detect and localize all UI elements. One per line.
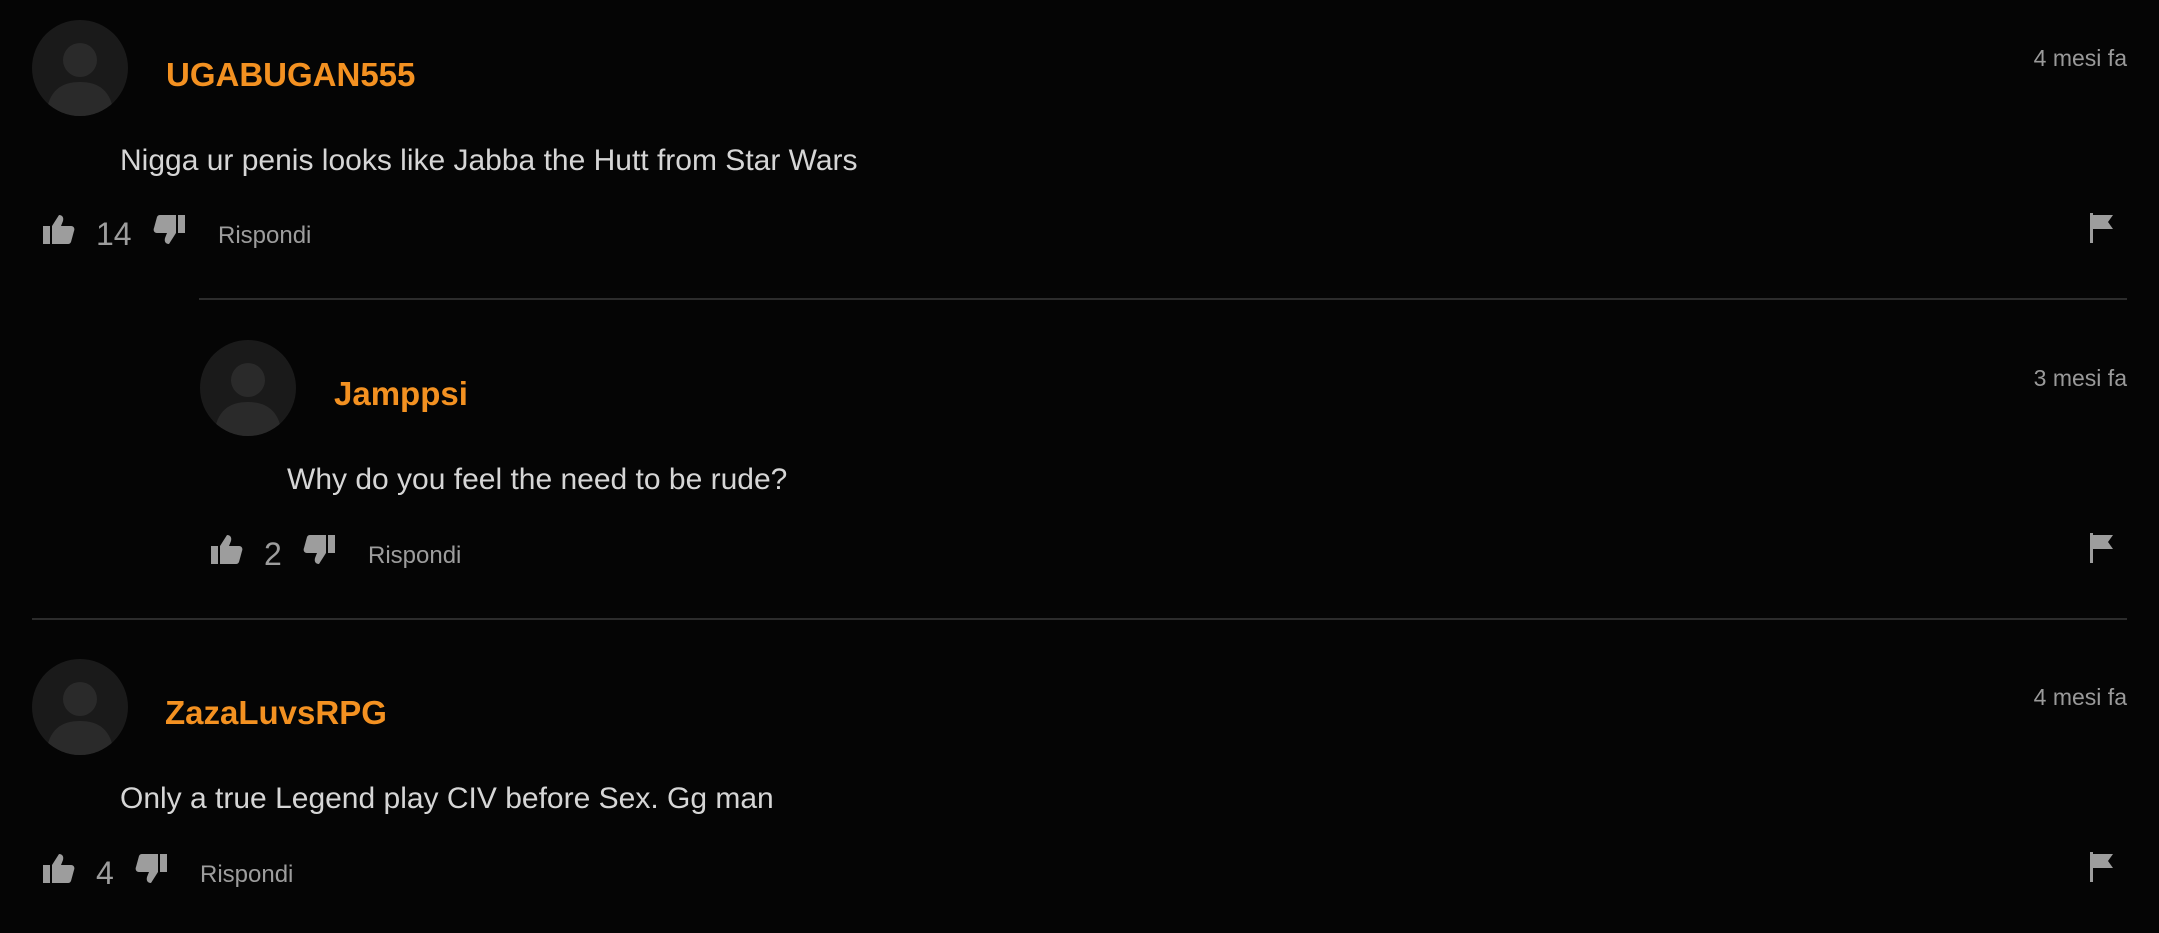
thumbs-down-icon[interactable]	[152, 214, 186, 246]
comment: UGABUGAN555 4 mesi fa Nigga ur penis loo…	[0, 0, 2159, 280]
thumbs-up-icon[interactable]	[42, 852, 76, 884]
avatar-placeholder-icon	[46, 682, 114, 755]
comment-divider	[32, 618, 2127, 620]
avatar-placeholder-icon	[214, 363, 282, 436]
comment-reply: Jamppsi 3 mesi fa Why do you feel the ne…	[0, 320, 2159, 600]
like-count: 4	[96, 855, 114, 891]
avatar[interactable]	[200, 340, 296, 436]
reply-divider	[199, 298, 2127, 300]
thumbs-up-icon[interactable]	[210, 533, 244, 565]
thumbs-down-icon[interactable]	[134, 853, 168, 885]
flag-icon[interactable]	[2088, 213, 2116, 248]
comment-timestamp: 3 mesi fa	[2033, 365, 2127, 391]
reply-button[interactable]: Rispondi	[200, 861, 293, 889]
thumbs-up-icon[interactable]	[42, 213, 76, 245]
flag-icon[interactable]	[2088, 533, 2116, 568]
comment-text: Only a true Legend play CIV before Sex. …	[120, 782, 774, 815]
username[interactable]: Jamppsi	[334, 375, 468, 413]
comment: ZazaLuvsRPG 4 mesi fa Only a true Legend…	[0, 639, 2159, 933]
thumbs-down-icon[interactable]	[302, 534, 336, 566]
comment-timestamp: 4 mesi fa	[2033, 45, 2127, 71]
avatar[interactable]	[32, 20, 128, 116]
flag-icon[interactable]	[2088, 852, 2116, 887]
comment-text: Why do you feel the need to be rude?	[287, 463, 788, 496]
username[interactable]: UGABUGAN555	[166, 56, 415, 94]
like-count: 2	[264, 536, 282, 572]
reply-button[interactable]: Rispondi	[218, 222, 311, 250]
comment-timestamp: 4 mesi fa	[2033, 684, 2127, 710]
reply-button[interactable]: Rispondi	[368, 542, 461, 570]
avatar[interactable]	[32, 659, 128, 755]
username[interactable]: ZazaLuvsRPG	[165, 694, 387, 732]
like-count: 14	[96, 216, 132, 252]
comment-text: Nigga ur penis looks like Jabba the Hutt…	[120, 144, 858, 177]
avatar-placeholder-icon	[46, 43, 114, 116]
